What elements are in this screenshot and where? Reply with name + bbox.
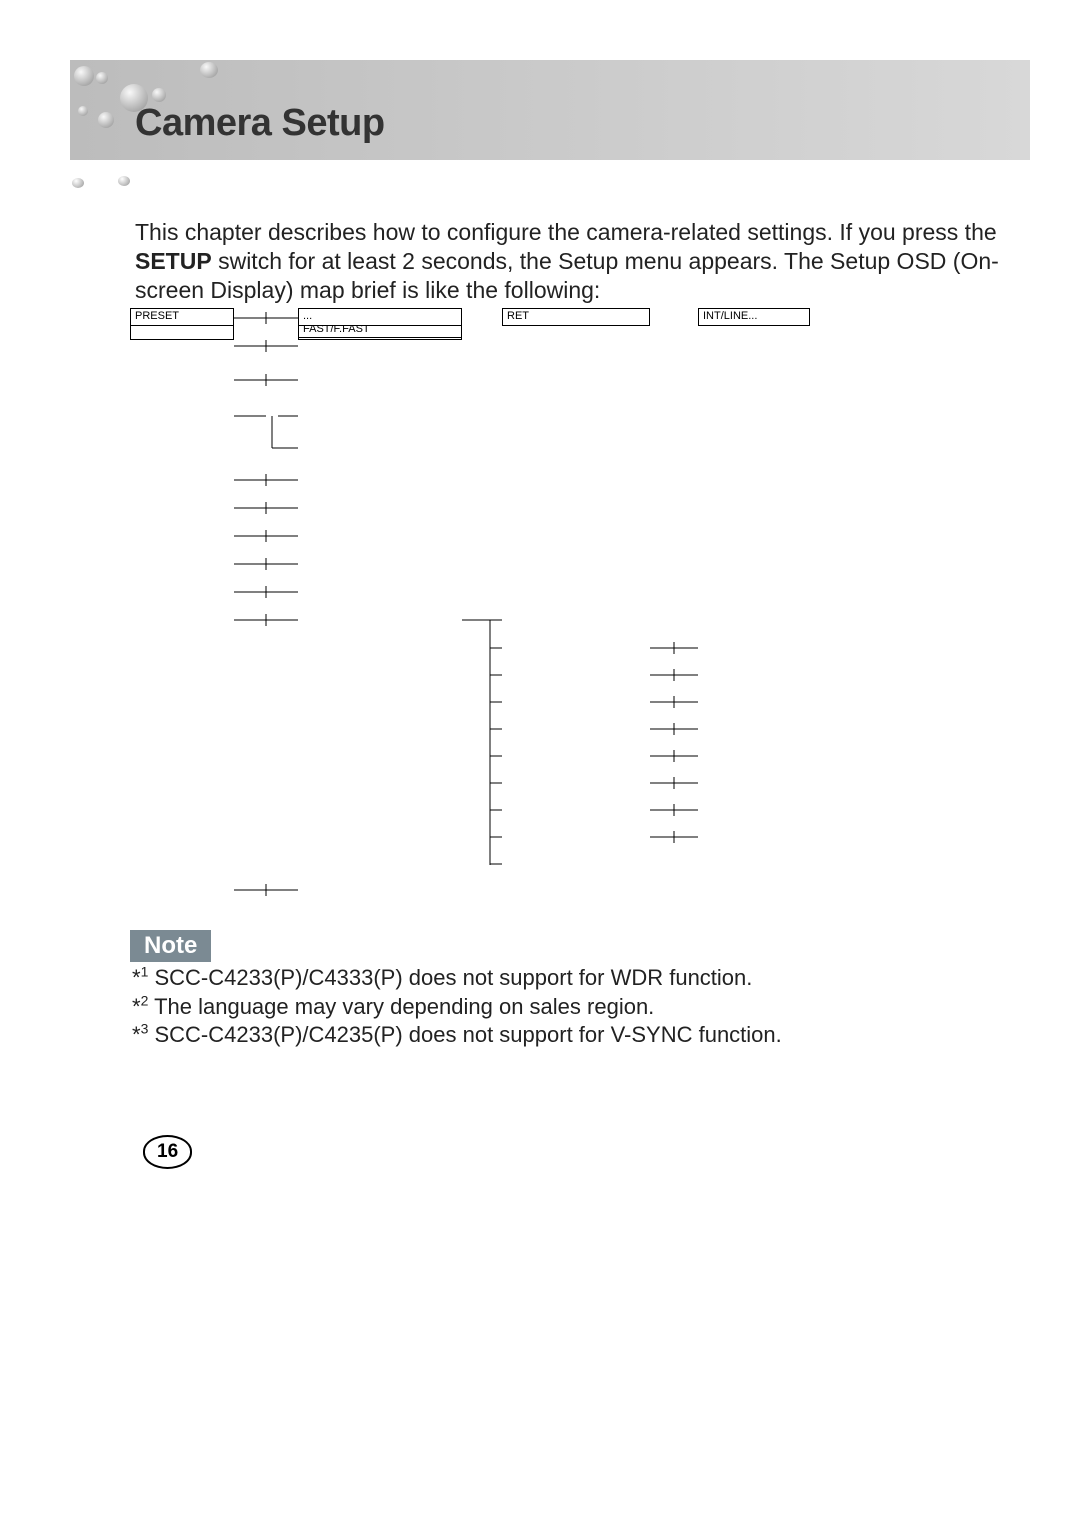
intro-text: This chapter describes how to configure … xyxy=(135,218,1000,304)
page-number: 16 xyxy=(143,1135,192,1169)
menu-item-preset: PRESET xyxy=(130,308,234,326)
page-title: Camera Setup xyxy=(135,102,385,145)
footnote-1: *1 SCC-C4233(P)/C4333(P) does not suppor… xyxy=(132,964,782,993)
footnote-2: *2 The language may vary depending on sa… xyxy=(132,993,782,1022)
footnote-3: *3 SCC-C4233(P)/C4235(P) does not suppor… xyxy=(132,1021,782,1050)
menu-value-preset: ... xyxy=(298,308,462,326)
footnotes: *1 SCC-C4233(P)/C4333(P) does not suppor… xyxy=(132,964,782,1050)
subvalue-v-sync: INT/LINE... xyxy=(698,308,810,326)
submenu-ret: RET xyxy=(502,308,650,326)
intro-text-part1: This chapter describes how to configure … xyxy=(135,219,997,245)
intro-text-bold: SETUP xyxy=(135,248,212,274)
note-label: Note xyxy=(130,930,211,962)
osd-map-diagram: CAMERA ID IRIS SHUTTER AGC/MOTION WHITE … xyxy=(130,308,910,908)
intro-text-part2: switch for at least 2 seconds, the Setup… xyxy=(135,248,999,303)
